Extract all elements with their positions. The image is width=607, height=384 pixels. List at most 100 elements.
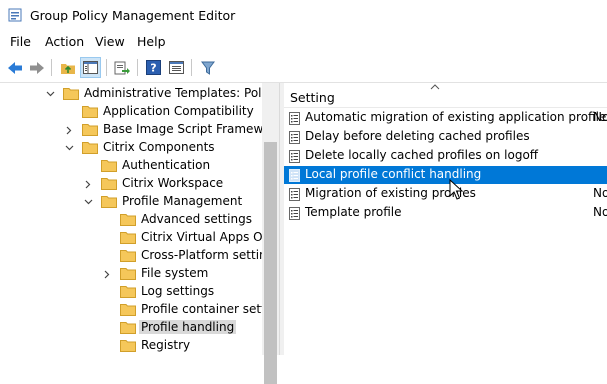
column-header-divider <box>284 107 607 108</box>
back-button[interactable] <box>4 57 25 78</box>
column-header-setting[interactable]: Setting <box>290 90 335 105</box>
back-icon <box>7 61 22 74</box>
svg-text:?: ? <box>150 62 156 75</box>
menu-help[interactable]: Help <box>137 34 166 49</box>
export-list-button[interactable] <box>111 57 132 78</box>
tree-item-log-settings[interactable]: Log settings <box>0 283 262 301</box>
tree-item-label: Profile container settin <box>141 302 277 316</box>
setting-row[interactable]: Delete locally cached profiles on logoff <box>284 147 607 165</box>
collapse-chevron-icon[interactable] <box>45 89 55 99</box>
tree-item-label: Base Image Script Framework <box>103 122 279 136</box>
folder-icon <box>120 250 136 262</box>
folder-icon <box>82 106 98 118</box>
setting-state: No <box>593 186 607 200</box>
policy-setting-icon <box>289 112 300 125</box>
setting-row[interactable]: Automatic migration of existing applicat… <box>284 109 607 127</box>
tree-item-application-compatibility[interactable]: Application Compatibility <box>0 103 262 121</box>
tree-scrollbar[interactable] <box>262 83 279 384</box>
tree-item-label: Citrix Components <box>103 140 215 154</box>
folder-icon <box>82 124 98 136</box>
toolbar: ? <box>0 54 607 83</box>
tree-item-label: Profile Management <box>122 194 243 208</box>
tree-item-citrix-virtual-apps-optimization[interactable]: Citrix Virtual Apps Opti <box>0 229 278 247</box>
tree-item-profile-handling[interactable]: Profile handling <box>0 319 262 337</box>
settings-list: Setting Automatic migration of existing … <box>284 83 607 355</box>
toolbar-separator <box>51 59 52 76</box>
title-bar: Group Policy Management Editor <box>0 0 607 32</box>
setting-state: No <box>593 110 607 124</box>
setting-name: Automatic migration of existing applicat… <box>305 110 607 124</box>
menu-file[interactable]: File <box>10 34 31 49</box>
properties-icon <box>169 61 184 74</box>
policy-setting-icon <box>289 131 300 144</box>
tree-item-authentication[interactable]: Authentication <box>0 157 262 175</box>
tree-item-profile-container-settings[interactable]: Profile container settin <box>0 301 277 319</box>
help-icon: ? <box>146 60 161 75</box>
tree-item-label: Application Compatibility <box>103 104 254 118</box>
expand-chevron-icon[interactable] <box>102 269 112 279</box>
tree-item-label: Administrative Templates: Policy <box>84 86 279 100</box>
setting-row[interactable]: Template profile No <box>284 204 607 222</box>
policy-editor-app-icon <box>8 8 22 22</box>
tree-item-base-image-script-framework[interactable]: Base Image Script Framework <box>0 121 279 139</box>
folder-icon <box>120 232 136 244</box>
tree-item-citrix-components[interactable]: Citrix Components <box>0 139 262 157</box>
policy-setting-icon <box>289 169 300 182</box>
tree-item-label: Profile handling <box>139 320 237 334</box>
folder-icon <box>120 286 136 298</box>
tree-item-label: Advanced settings <box>141 212 252 226</box>
filter-button[interactable] <box>197 57 218 78</box>
folder-icon <box>101 178 117 190</box>
tree-item-label: Authentication <box>122 158 211 172</box>
tree-item-file-system[interactable]: File system <box>0 265 262 283</box>
collapse-chevron-icon[interactable] <box>64 143 74 153</box>
tree-scrollbar-thumb[interactable] <box>264 142 277 384</box>
navigation-tree: Administrative Templates: Policy Applica… <box>0 83 279 355</box>
tree-item-cross-platform-settings[interactable]: Cross-Platform setting <box>0 247 274 265</box>
setting-row-selected[interactable]: Local profile conflict handling <box>284 166 607 184</box>
tree-item-citrix-workspace[interactable]: Citrix Workspace <box>0 175 262 193</box>
setting-state: No <box>593 205 607 219</box>
tree-item-label: Cross-Platform setting <box>141 248 275 262</box>
toolbar-separator <box>137 59 138 76</box>
show-hide-tree-button[interactable] <box>80 57 101 78</box>
help-button[interactable]: ? <box>143 57 164 78</box>
policy-setting-icon <box>289 188 300 201</box>
show-hide-tree-icon <box>83 61 98 74</box>
collapse-chevron-icon[interactable] <box>83 197 93 207</box>
folder-icon <box>63 88 79 100</box>
forward-icon <box>29 61 44 74</box>
menu-view[interactable]: View <box>95 34 125 49</box>
setting-name: Template profile <box>305 205 402 219</box>
tree-item-label: Citrix Virtual Apps Opti <box>141 230 279 244</box>
setting-row[interactable]: Delay before deleting cached profiles <box>284 128 607 146</box>
policy-setting-icon <box>289 150 300 163</box>
tree-item-label: Citrix Workspace <box>122 176 224 190</box>
folder-icon <box>101 196 117 208</box>
up-folder-button[interactable] <box>57 57 78 78</box>
properties-button[interactable] <box>166 57 187 78</box>
up-folder-icon <box>60 63 75 74</box>
folder-icon <box>101 160 117 172</box>
tree-item-profile-management[interactable]: Profile Management <box>0 193 262 211</box>
folder-icon <box>120 268 136 280</box>
forward-button[interactable] <box>26 57 47 78</box>
toolbar-separator <box>191 59 192 76</box>
tree-item-label: File system <box>141 266 209 280</box>
expand-chevron-icon[interactable] <box>64 125 74 135</box>
menu-bar: File Action View Help <box>0 32 607 52</box>
filter-icon <box>200 61 215 75</box>
menu-action[interactable]: Action <box>45 34 84 49</box>
tree-item-registry[interactable]: Registry <box>0 337 262 355</box>
setting-row[interactable]: Migration of existing profiles No <box>284 185 607 203</box>
folder-icon <box>120 304 136 316</box>
setting-name: Delete locally cached profiles on logoff <box>305 148 539 162</box>
policy-setting-icon <box>289 207 300 220</box>
window-title: Group Policy Management Editor <box>30 8 236 23</box>
tree-item-advanced-settings[interactable]: Advanced settings <box>0 211 262 229</box>
tree-item-administrative-templates[interactable]: Administrative Templates: Policy <box>0 85 279 103</box>
folder-icon <box>120 340 136 352</box>
folder-icon <box>120 322 136 334</box>
mouse-pointer-icon <box>449 179 463 200</box>
expand-chevron-icon[interactable] <box>83 179 93 189</box>
